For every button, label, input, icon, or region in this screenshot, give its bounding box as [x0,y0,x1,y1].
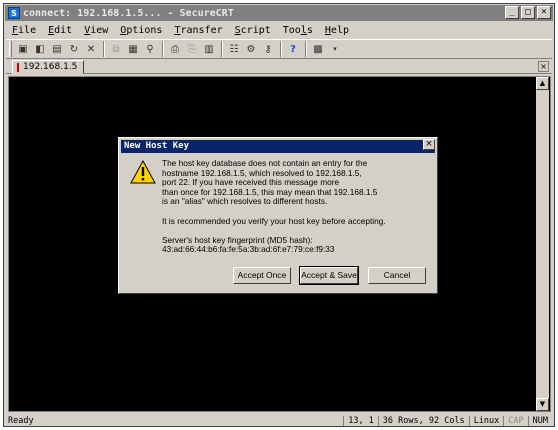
toolbar-separator [305,41,307,57]
tab-label: 192.168.1.5 [23,62,78,72]
print-icon[interactable]: ⎙ [167,41,183,57]
menu-script[interactable]: Script [229,25,277,36]
help-icon[interactable]: ? [285,41,301,57]
toolbar: ▣ ◧ ▤ ↻ ✕ ⧉ ▦ ⚲ ⎙ ⎘ ▥ ☷ ⚙ ⚷ ? ▩ ▾ [6,39,552,59]
toolbar-separator [221,41,223,57]
disconnect-icon[interactable]: ✕ [83,41,99,57]
toolbar-separator [103,41,105,57]
maximize-button[interactable]: □ [521,6,535,19]
status-terminal-size: 36 Rows, 92 Cols [377,415,469,426]
menu-edit[interactable]: Edit [42,25,78,36]
toolbar-grip[interactable] [9,41,12,57]
toolbar-chevron-icon[interactable]: ▾ [327,41,343,57]
terminal-scrollbar[interactable]: ▲ ▼ [536,77,549,411]
tab-status-icon [17,62,19,72]
minimize-button[interactable]: _ [505,6,519,19]
recommendation-text: It is recommended you verify your host k… [162,215,386,226]
status-num: NUM [527,415,552,426]
session-tab-bar: 192.168.1.5 × [6,60,552,74]
map-keys-icon[interactable]: ▩ [310,41,326,57]
menu-transfer[interactable]: Transfer [168,25,228,36]
dialog-close-icon[interactable]: × [423,139,435,150]
scroll-up-icon[interactable]: ▲ [536,77,549,90]
window-controls: _ □ × [505,6,551,19]
tab-close-icon[interactable]: × [538,61,549,72]
status-os: Linux [468,415,504,426]
paste-icon[interactable]: ▦ [125,41,141,57]
menu-tools[interactable]: Tools [277,25,319,36]
window-title: connect: 192.168.1.5... - SecureCRT [23,7,234,19]
global-options-icon[interactable]: ⚙ [243,41,259,57]
new-host-key-dialog: New Host Key × The host key database doe… [118,137,438,294]
close-button[interactable]: × [537,6,551,19]
print-selection-icon[interactable]: ⎘ [184,41,200,57]
status-ready: Ready [8,415,34,426]
reconnect-icon[interactable]: ↻ [66,41,82,57]
dialog-message: The host key database does not contain a… [162,158,434,255]
cancel-button[interactable]: Cancel [368,267,426,284]
status-caps: CAP [503,415,527,426]
print-setup-icon[interactable]: ▥ [201,41,217,57]
connect-tab-icon[interactable]: ▤ [49,41,65,57]
accept-save-button[interactable]: Accept & Save [299,266,359,285]
securecrt-app-icon[interactable]: S [8,7,20,19]
connect-icon[interactable]: ▣ [15,41,31,57]
message-line: is an "alias" which resolves to differen… [162,196,328,207]
title-bar[interactable]: S connect: 192.168.1.5... - SecureCRT _ … [5,5,553,21]
toolbar-separator [162,41,164,57]
find-icon[interactable]: ⚲ [142,41,158,57]
fingerprint-value: 43:ad:66:44:b6:fa:fe:5a:3b:ad:6f:e7:79:c… [162,244,335,255]
menu-file[interactable]: File [6,25,42,36]
key-icon[interactable]: ⚷ [260,41,276,57]
menu-bar: File Edit View Options Transfer Script Tools He… [6,22,355,38]
quick-connect-icon[interactable]: ◧ [32,41,48,57]
menu-options[interactable]: Options [114,25,168,36]
menu-help[interactable]: Help [319,25,355,36]
copy-icon[interactable]: ⧉ [108,41,124,57]
warning-icon [130,160,156,184]
toolbar-separator [280,41,282,57]
scroll-down-icon[interactable]: ▼ [536,398,549,411]
accept-once-button[interactable]: Accept Once [233,267,291,284]
status-bar: Ready 13, 1 36 Rows, 92 Cols Linux CAP N… [6,414,552,427]
session-tab[interactable]: 192.168.1.5 [12,60,85,74]
menu-view[interactable]: View [78,25,114,36]
dialog-title[interactable]: New Host Key [121,140,435,153]
status-cursor-position: 13, 1 [343,415,378,426]
session-options-icon[interactable]: ☷ [226,41,242,57]
